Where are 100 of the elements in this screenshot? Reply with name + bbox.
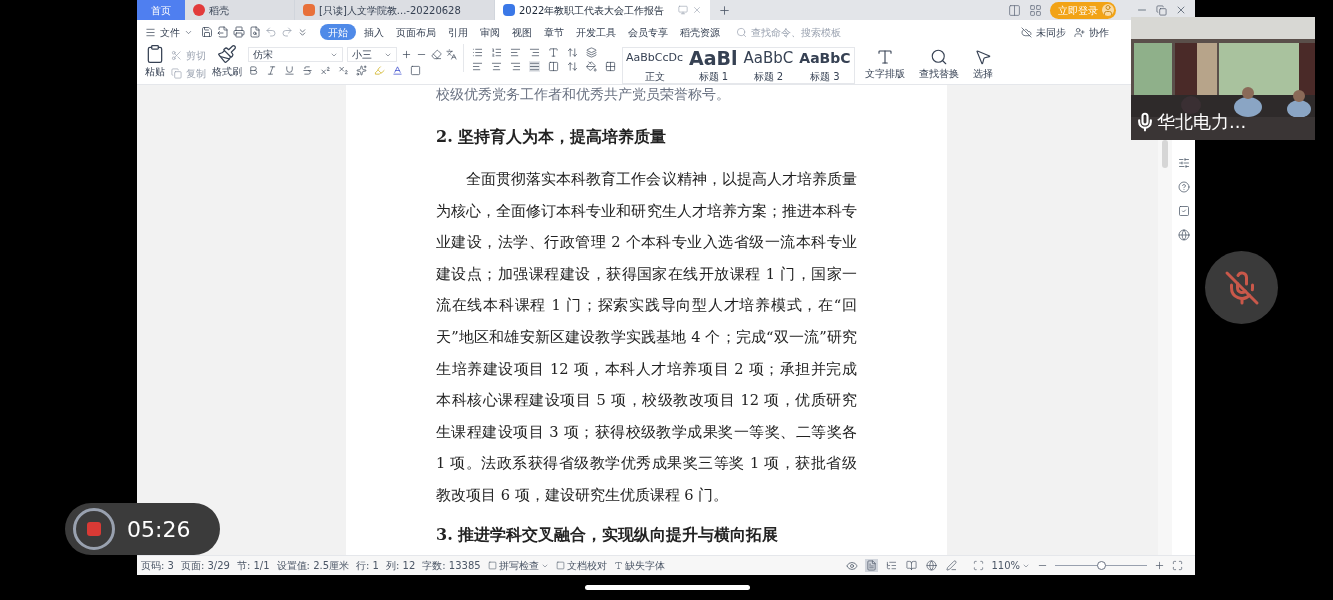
restore-icon[interactable] [1156,4,1167,16]
view-mode-button[interactable] [885,559,899,572]
preview-icon[interactable] [249,26,261,38]
style-preset[interactable]: AaBbC 标题 3 [796,48,854,83]
app-tab[interactable]: 稻壳 [185,0,295,20]
user-plus-icon [1074,26,1085,38]
stop-recording-button[interactable] [73,508,115,550]
status-item: 设置值: 2.5厘米 [276,559,350,573]
style-preset[interactable]: AaBbCcDc 正文 [623,48,687,83]
more-icon[interactable] [297,26,308,38]
underline-icon[interactable] [284,65,295,76]
align-center-icon[interactable] [491,61,502,72]
view-mode-button[interactable] [865,559,879,572]
collaborate-button[interactable]: 协作 [1074,24,1109,40]
app-tab[interactable]: 首页 [137,0,185,20]
settings-icon[interactable] [1177,157,1190,169]
fit-icon[interactable] [973,560,985,571]
undo-icon[interactable] [265,26,277,38]
view-mode-button[interactable] [945,559,959,572]
clear-format-icon[interactable] [431,49,442,60]
mic-off-icon [1223,269,1260,306]
fullscreen-icon[interactable] [1172,560,1183,571]
slider-thumb[interactable] [1097,561,1106,570]
new-tab-icon[interactable] [718,3,731,17]
ribbon-tab[interactable]: 章节 [540,24,568,40]
status-item: 字数: 13385 [422,559,481,573]
ribbon-tab[interactable]: 页面布局 [392,24,440,40]
zoom-slider[interactable] [1055,560,1147,571]
borders-icon[interactable] [605,61,616,72]
cloud-icon [1021,26,1032,38]
apps-icon[interactable] [1029,3,1042,17]
video-tile[interactable]: 华北电力... [1131,17,1315,140]
ribbon-tab[interactable]: 引用 [444,24,472,40]
save-icon[interactable] [201,26,213,38]
proofread-button[interactable]: 文档校对 [555,558,607,573]
copy-icon [171,68,182,79]
recording-timer: 05:26 [127,515,191,544]
checkbox-icon [487,561,497,570]
scissors-icon [171,50,182,61]
section-heading: 2. 坚持育人为本，提高培养质量 [436,126,668,148]
checkbox-icon [555,561,565,570]
search-field[interactable]: 查找命令、搜索模板 [736,24,846,40]
paste-button[interactable]: 粘贴 [145,44,165,79]
bullet-list-icon[interactable] [472,47,483,58]
view-mode-button[interactable] [905,559,919,572]
font-color-icon[interactable] [392,65,403,76]
align-right-icon[interactable] [510,61,521,72]
sync-button[interactable]: 未同步 [1021,24,1066,40]
review-icon[interactable] [1177,205,1190,217]
app-tab[interactable]: [只读]人文学院教...-20220628 [295,0,495,20]
search-icon [929,48,948,66]
close-icon[interactable] [1175,4,1187,16]
format-painter-button[interactable]: 格式刷 [212,44,242,79]
export-icon[interactable] [217,26,229,38]
font-size-select[interactable]: 小三 [347,47,397,62]
ribbon-tab[interactable]: 会员专享 [624,24,672,40]
spell-check-button[interactable]: 拼写检查 [487,558,549,573]
grow-font-icon[interactable] [401,49,412,60]
zoom-dropdown[interactable]: 110% [991,558,1030,573]
paragraph: 校级优秀党务工作者和优秀共产党员荣誉称号。 [436,85,731,103]
missing-fonts-button[interactable]: 缺失字体 [613,558,665,573]
globe-icon[interactable] [1177,229,1190,241]
bold-icon[interactable] [248,65,259,76]
find-replace-button[interactable]: 查找替换 [914,44,963,81]
align-left-icon[interactable] [472,61,483,72]
justify-icon[interactable] [529,61,540,72]
participant-name: 华北电力... [1157,111,1247,133]
numbered-list-icon[interactable] [491,47,502,58]
help-icon[interactable] [1177,181,1190,193]
ribbon-tab[interactable]: 稻壳资源 [676,24,724,40]
zoom-in-icon[interactable] [1154,560,1165,571]
view-mode-button[interactable] [925,559,939,572]
style-preset[interactable]: AaBbC 标题 2 [740,48,797,83]
ribbon-tab[interactable]: 审阅 [476,24,504,40]
superscript-icon[interactable] [320,65,331,76]
font-select[interactable]: 仿宋 [248,47,343,62]
search-icon [736,26,747,38]
text-icon [875,48,894,66]
subscript-icon[interactable] [338,65,349,76]
file-menu[interactable]: 文件 [145,24,193,40]
strikethrough-icon[interactable] [302,65,313,76]
ribbon-tab[interactable]: 视图 [508,24,536,40]
text-layout-button[interactable]: 文字排版 [860,44,909,81]
app-logo-icon [193,4,205,16]
line-spacing-icon[interactable] [567,61,578,72]
italic-icon[interactable] [266,65,277,76]
ribbon-tab[interactable]: 开发工具 [572,24,620,40]
style-preset[interactable]: AaBl 标题 1 [686,48,741,83]
ribbon-tab[interactable]: 插入 [360,24,388,40]
sort-icon[interactable] [567,47,578,58]
text-effect-icon[interactable] [356,65,367,76]
redo-icon[interactable] [281,26,293,38]
eye-icon[interactable] [846,559,859,572]
char-border-icon[interactable] [410,65,421,76]
shading-icon[interactable] [586,61,597,72]
status-item: 行: 1 [356,559,379,573]
scrollbar-thumb[interactable] [1162,140,1168,168]
select-button[interactable]: 选择 [968,44,997,81]
print-icon[interactable] [233,26,245,38]
doc-file-icon [503,4,515,16]
